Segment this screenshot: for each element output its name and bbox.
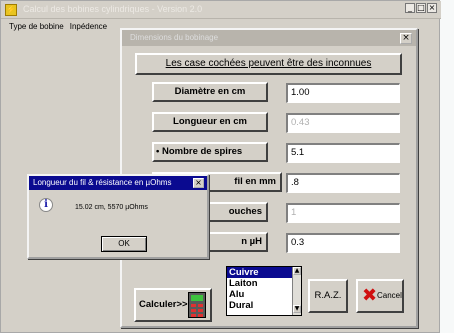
app-title-bar: ⚡ Calcul des bobines cylindriques - Vers… bbox=[1, 1, 441, 19]
message-title: Longueur du fil & résistance en µOhms bbox=[33, 178, 172, 187]
material-option[interactable]: Laiton bbox=[227, 278, 301, 289]
scroll-down-icon[interactable]: ▼ bbox=[293, 305, 301, 313]
material-option[interactable]: Alu bbox=[227, 289, 301, 300]
calculate-label: Calculer>> bbox=[139, 299, 188, 310]
minimize-button[interactable]: _ bbox=[405, 3, 415, 13]
app-title: Calcul des bobines cylindriques - Versio… bbox=[23, 4, 203, 14]
message-close-button[interactable]: × bbox=[193, 178, 204, 188]
cancel-button[interactable]: ✖ Cancel bbox=[356, 279, 404, 313]
unknowns-header-text: Les case cochées peuvent être des inconn… bbox=[165, 58, 372, 69]
menu-impedance[interactable]: Inpédence bbox=[70, 20, 107, 34]
turns-field[interactable]: 5.1 bbox=[286, 143, 400, 163]
message-title-bar: Longueur du fil & résistance en µOhms × bbox=[29, 176, 207, 190]
maximize-button[interactable]: □ bbox=[416, 3, 426, 13]
turns-label-button[interactable]: • Nombre de spires bbox=[152, 142, 268, 162]
menu-type-de-bobine[interactable]: Type de bobine bbox=[9, 20, 64, 34]
message-text: 15.02 cm, 5570 µOhms bbox=[75, 204, 148, 211]
cancel-x-icon: ✖ bbox=[362, 285, 378, 306]
unknowns-header: Les case cochées peuvent être des inconn… bbox=[135, 53, 402, 75]
layers-field[interactable]: 1 bbox=[286, 203, 400, 223]
diameter-label-button[interactable]: Diamètre en cm bbox=[152, 82, 268, 102]
ok-button[interactable]: OK bbox=[101, 236, 147, 252]
dialog-close-button[interactable]: × bbox=[400, 33, 412, 44]
material-option[interactable]: Cuivre bbox=[227, 267, 301, 278]
info-icon: i bbox=[39, 198, 53, 212]
dialog-title: Dimensions du bobinage bbox=[130, 33, 219, 42]
wire-diameter-field[interactable]: .8 bbox=[286, 173, 400, 193]
material-listbox[interactable]: Cuivre Laiton Alu Dural ▲ ▼ bbox=[226, 266, 302, 316]
scroll-up-icon[interactable]: ▲ bbox=[293, 267, 301, 275]
material-scrollbar[interactable]: ▲ ▼ bbox=[292, 267, 301, 315]
calculate-button[interactable]: Calculer>> bbox=[134, 288, 212, 322]
length-field[interactable]: 0.43 bbox=[286, 113, 400, 133]
dialog-title-bar: Dimensions du bobinage × bbox=[122, 30, 416, 46]
calculator-icon bbox=[188, 292, 206, 318]
inductance-field[interactable]: 0.3 bbox=[286, 233, 400, 253]
cancel-label: Cancel bbox=[377, 291, 402, 300]
result-message-box: Longueur du fil & résistance en µOhms × … bbox=[27, 174, 209, 259]
app-icon: ⚡ bbox=[5, 4, 17, 16]
close-button[interactable]: × bbox=[427, 3, 437, 13]
length-label-button[interactable]: Longueur en cm bbox=[152, 112, 268, 132]
material-option[interactable]: Dural bbox=[227, 300, 301, 311]
diameter-field[interactable]: 1.00 bbox=[286, 83, 400, 103]
reset-button[interactable]: R.A.Z. bbox=[308, 279, 348, 313]
